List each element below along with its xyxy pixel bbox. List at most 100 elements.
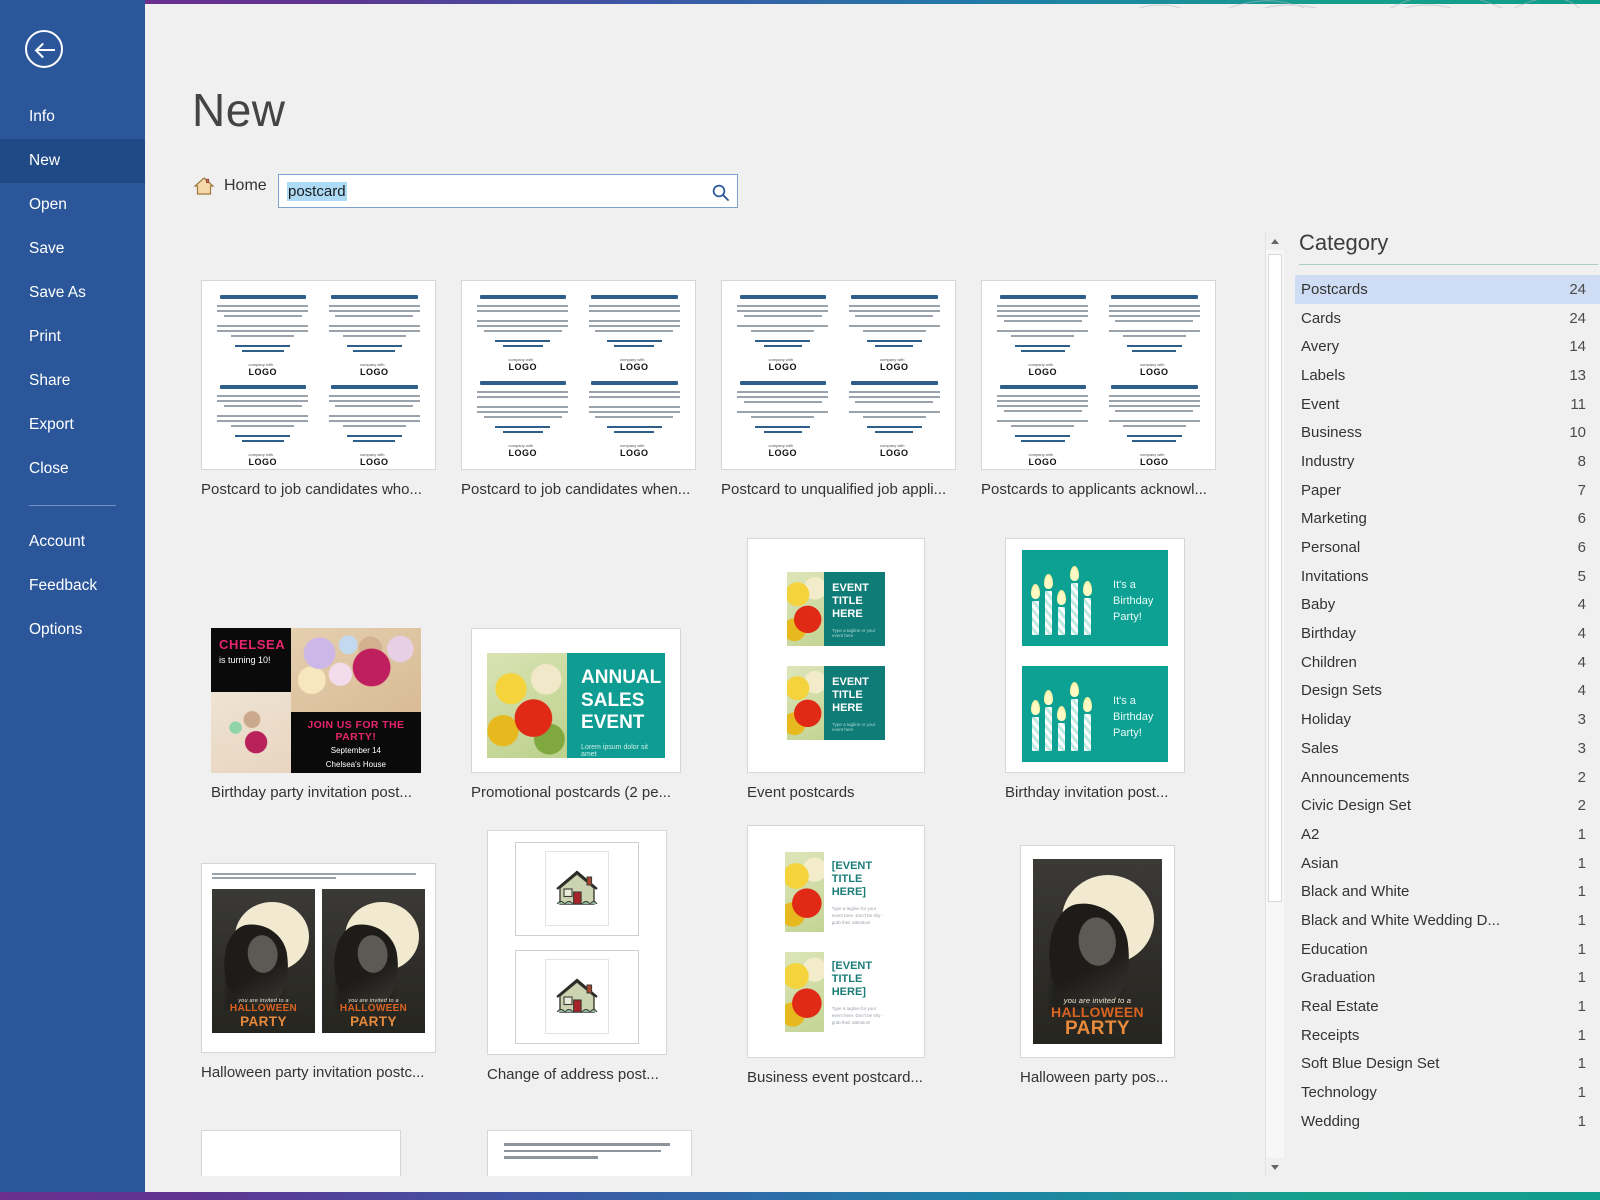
category-item-labels[interactable]: Labels 13 <box>1295 361 1600 390</box>
template-thumbnail <box>201 1130 401 1176</box>
category-item-black-and-white[interactable]: Black and White 1 <box>1295 877 1600 906</box>
category-item-postcards[interactable]: Postcards 24 <box>1295 275 1600 304</box>
category-item-receipts[interactable]: Receipts 1 <box>1295 1021 1600 1050</box>
category-item-design-sets[interactable]: Design Sets 4 <box>1295 677 1600 706</box>
category-item-soft-blue-design-set[interactable]: Soft Blue Design Set 1 <box>1295 1050 1600 1079</box>
thumb-text-line2: TITLE <box>831 972 863 985</box>
template-thumbnail: company with LOGO company with LOGO compan… <box>201 280 436 470</box>
category-item-business[interactable]: Business 10 <box>1295 418 1600 447</box>
category-item-sales[interactable]: Sales 3 <box>1295 734 1600 763</box>
sidebar-item-account[interactable]: Account <box>0 520 145 564</box>
thumb-text-line3: HERE <box>832 608 863 621</box>
category-item-birthday[interactable]: Birthday 4 <box>1295 619 1600 648</box>
scrollbar-thumb[interactable] <box>1268 254 1282 902</box>
category-item-wedding[interactable]: Wedding 1 <box>1295 1107 1600 1136</box>
category-item-avery[interactable]: Avery 14 <box>1295 332 1600 361</box>
category-item-baby[interactable]: Baby 4 <box>1295 591 1600 620</box>
template-thumbnail: It's a Birthday Party! It's a Birthday P… <box>1005 538 1185 773</box>
sidebar-item-print[interactable]: Print <box>0 315 145 359</box>
sidebar-item-share[interactable]: Share <box>0 359 145 403</box>
thumb-text-line1: EVENT <box>832 581 869 594</box>
thumb-text-sub: Type a tagline for your event here. Don'… <box>831 906 884 925</box>
sidebar-item-close[interactable]: Close <box>0 447 145 491</box>
sidebar-item-open[interactable]: Open <box>0 183 145 227</box>
thumb-photo-flowers <box>486 653 568 758</box>
category-item-civic-design-set[interactable]: Civic Design Set 2 <box>1295 791 1600 820</box>
category-item-event[interactable]: Event 11 <box>1295 390 1600 419</box>
sidebar-item-export[interactable]: Export <box>0 403 145 447</box>
category-label: Postcards <box>1301 280 1368 298</box>
category-item-technology[interactable]: Technology 1 <box>1295 1078 1600 1107</box>
template-card-postcard-job-candidates-who[interactable]: company with LOGO company with LOGO compan… <box>201 280 446 498</box>
thumb-text-line2: TITLE <box>832 688 863 701</box>
sidebar-item-new[interactable]: New <box>0 139 145 183</box>
sidebar-item-save[interactable]: Save <box>0 227 145 271</box>
template-card-promotional-postcards[interactable]: ANNUAL SALES EVENT Lorem ipsum dolor sit… <box>471 628 716 801</box>
category-count: 1 <box>1577 911 1586 929</box>
template-thumbnail: ANNUAL SALES EVENT Lorem ipsum dolor sit… <box>471 628 681 773</box>
category-item-graduation[interactable]: Graduation 1 <box>1295 964 1600 993</box>
category-item-industry[interactable]: Industry 8 <box>1295 447 1600 476</box>
category-item-asian[interactable]: Asian 1 <box>1295 849 1600 878</box>
sidebar-item-save-as[interactable]: Save As <box>0 271 145 315</box>
category-item-children[interactable]: Children 4 <box>1295 648 1600 677</box>
category-item-announcements[interactable]: Announcements 2 <box>1295 763 1600 792</box>
category-item-cards[interactable]: Cards 24 <box>1295 304 1600 333</box>
thumb-text-line2: SALES <box>581 689 645 711</box>
back-arrow-icon[interactable] <box>25 30 63 68</box>
sidebar-item-feedback[interactable]: Feedback <box>0 564 145 608</box>
category-label: Children <box>1301 653 1357 671</box>
category-label: Announcements <box>1301 768 1410 786</box>
thumb-text-line1: HALLOWEEN <box>1051 1003 1144 1020</box>
category-count: 1 <box>1577 998 1586 1016</box>
category-item-paper[interactable]: Paper 7 <box>1295 476 1600 505</box>
template-card-birthday-party-invitation[interactable]: CHELSEA is turning 10! JOIN US FOR THE P… <box>211 628 456 801</box>
category-label: Baby <box>1301 596 1336 614</box>
template-list-scrollbar[interactable] <box>1265 232 1284 1176</box>
category-label: Personal <box>1301 539 1361 557</box>
template-card-event-postcards[interactable]: EVENT TITLE HERE Type a tagline or your … <box>747 538 992 801</box>
category-item-holiday[interactable]: Holiday 3 <box>1295 705 1600 734</box>
template-card-birthday-invitation[interactable]: It's a Birthday Party! It's a Birthday P… <box>1005 538 1250 801</box>
search-input[interactable]: postcard <box>278 174 738 208</box>
template-thumbnail: company with LOGO company with LOGO compan… <box>721 280 956 470</box>
thumb-candles-icon <box>1031 676 1093 751</box>
thumb-text-sub: Type a tagline or your event here <box>832 721 876 732</box>
template-card-postcard-unqualified-applicants[interactable]: company with LOGO company with LOGO compan… <box>721 280 966 498</box>
category-item-invitations[interactable]: Invitations 5 <box>1295 562 1600 591</box>
scroll-up-button[interactable] <box>1266 232 1284 250</box>
search-input-value[interactable]: postcard <box>287 181 347 201</box>
sidebar-item-options[interactable]: Options <box>0 608 145 652</box>
backstage-sidebar: Info New Open Save Save As Print Share E… <box>0 0 145 1200</box>
template-card-halloween-party-postcard[interactable]: you are invited to a HALLOWEEN PARTY Hal… <box>1020 845 1260 1086</box>
template-card-document-partial[interactable] <box>487 1130 732 1176</box>
category-label: A2 <box>1301 825 1320 843</box>
thumb-text-line2: TITLE <box>831 872 863 885</box>
home-link[interactable]: Home <box>193 176 267 196</box>
category-item-marketing[interactable]: Marketing 6 <box>1295 505 1600 534</box>
category-label: Black and White Wedding D... <box>1301 911 1500 929</box>
category-item-real-estate[interactable]: Real Estate 1 <box>1295 992 1600 1021</box>
category-panel: Category Postcards 24 Cards 24 Avery 14 … <box>1295 230 1600 1176</box>
category-label: Civic Design Set <box>1301 797 1412 815</box>
template-label: Postcards to applicants acknowl... <box>981 481 1207 498</box>
template-card-blank-partial[interactable] <box>201 1130 446 1176</box>
back-button[interactable] <box>25 30 63 68</box>
category-item-black-and-white-wedding[interactable]: Black and White Wedding D... 1 <box>1295 906 1600 935</box>
category-label: Black and White <box>1301 883 1410 901</box>
template-card-business-event-postcard[interactable]: [EVENT TITLE HERE] Type a tagline for yo… <box>747 825 992 1086</box>
sidebar-item-info[interactable]: Info <box>0 95 145 139</box>
thumb-text-sub: Type a tagline for your event here. Don'… <box>831 1006 884 1025</box>
thumb-text-join: JOIN US FOR THE PARTY! <box>307 719 405 744</box>
category-item-personal[interactable]: Personal 6 <box>1295 533 1600 562</box>
template-card-postcard-job-candidates-when[interactable]: company with LOGO company with LOGO compan… <box>461 280 706 498</box>
category-item-a2[interactable]: A2 1 <box>1295 820 1600 849</box>
category-label: Marketing <box>1301 510 1367 528</box>
search-icon[interactable] <box>707 179 733 205</box>
template-card-halloween-party-invitation[interactable]: you are invited to a HALLOWEEN PARTY you… <box>201 863 446 1081</box>
template-card-postcards-applicants-acknowledge[interactable]: company with LOGO company with LOGO compan… <box>981 280 1226 498</box>
scroll-down-button[interactable] <box>1266 1158 1284 1176</box>
thumb-text-line3: Party! <box>1113 610 1142 623</box>
template-card-change-of-address[interactable]: Change of address post... <box>487 830 732 1083</box>
category-item-education[interactable]: Education 1 <box>1295 935 1600 964</box>
